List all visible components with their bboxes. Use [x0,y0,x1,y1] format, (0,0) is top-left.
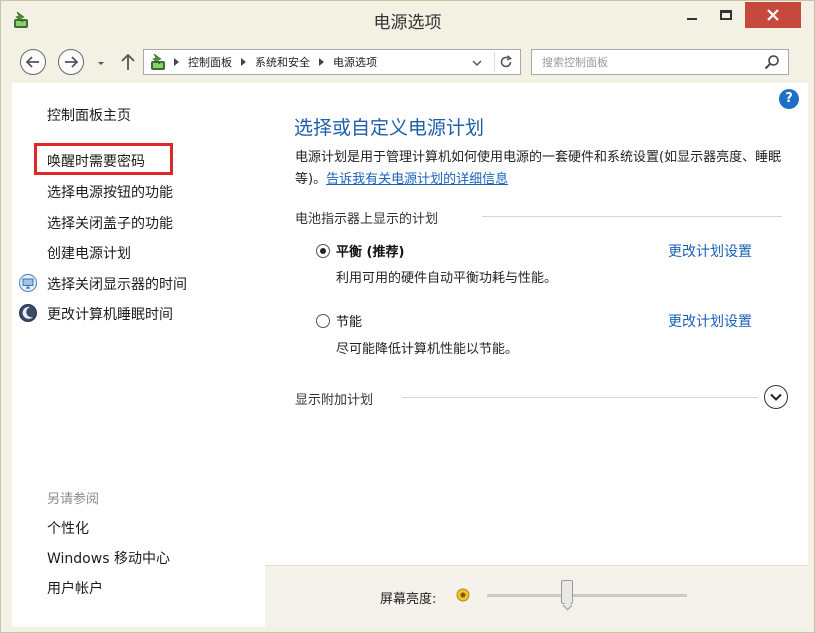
moon-icon [18,303,38,323]
minimize-button[interactable] [677,2,707,28]
brightness-slider-track[interactable] [487,594,687,597]
minimize-icon [687,18,697,20]
close-button[interactable] [745,2,801,28]
help-icon[interactable]: ? [779,89,799,109]
battery-plans-header: 电池指示器上显示的计划 [295,212,439,227]
brightness-bar: 屏幕亮度: [265,565,808,627]
up-button[interactable] [118,51,138,73]
chevron-down-icon [472,60,482,67]
plan-balanced-radio[interactable] [316,244,330,258]
page-description: 电源计划是用于管理计算机如何使用电源的一套硬件和系统设置(如显示器亮度、睡眠等)… [295,147,785,191]
breadcrumb-power-options[interactable]: 电源选项 [333,54,377,70]
see-also-header: 另请参阅 [47,492,100,507]
sidebar-item-create-plan[interactable]: 创建电源计划 [47,243,131,263]
learn-more-link[interactable]: 告诉我有关电源计划的详细信息 [326,172,508,187]
sidebar-item-require-password[interactable]: 唤醒时需要密码 [47,151,145,171]
brightness-label: 屏幕亮度: [380,592,437,607]
plan-power-saver-description: 尽可能降低计算机性能以节能。 [336,342,519,357]
sidebar-item-display-off[interactable]: 选择关闭显示器的时间 [47,274,187,294]
power-options-window: 电源选项 控制面板 系统和安全 电源选项 搜索控制面板 ? 控制面板主页 唤醒时… [0,0,815,633]
breadcrumb: 控制面板 系统和安全 电源选项 [174,50,377,74]
see-also-personalization[interactable]: 个性化 [47,518,89,538]
search-box[interactable] [531,49,789,75]
plan-power-saver-settings-link[interactable]: 更改计划设置 [668,311,752,331]
breadcrumb-control-panel[interactable]: 控制面板 [188,54,232,70]
chevron-down-icon [98,62,104,65]
sidebar-item-close-lid[interactable]: 选择关闭盖子的功能 [47,213,173,233]
plan-power-saver-radio[interactable] [316,314,330,328]
sun-icon [456,587,470,602]
see-also-mobility-center[interactable]: Windows 移动中心 [47,548,170,568]
plan-power-saver-name[interactable]: 节能 [336,311,362,330]
section-divider [402,397,758,398]
expand-additional-plans-button[interactable] [764,385,788,409]
sidebar-home-link[interactable]: 控制面板主页 [47,105,131,125]
title-bar: 电源选项 [1,1,814,39]
arrow-right-icon [65,56,78,68]
back-button[interactable] [20,49,46,75]
arrow-up-icon [121,53,135,70]
search-input[interactable] [532,50,757,74]
breadcrumb-separator-icon[interactable] [319,58,324,66]
page-title: 选择或自定义电源计划 [294,117,485,139]
refresh-button[interactable] [494,52,516,72]
sidebar-item-sleep-time[interactable]: 更改计算机睡眠时间 [47,304,173,324]
plan-balanced-description: 利用可用的硬件自动平衡功耗与性能。 [336,271,558,286]
brightness-slider-thumb[interactable] [561,580,573,604]
refresh-icon [500,55,512,68]
address-bar[interactable]: 控制面板 系统和安全 电源选项 [143,49,521,75]
additional-plans-header[interactable]: 显示附加计划 [295,389,373,408]
chevron-down-icon [770,393,782,401]
forward-button[interactable] [58,49,84,75]
breadcrumb-system-security[interactable]: 系统和安全 [255,54,310,70]
monitor-icon [18,273,38,293]
search-icon[interactable] [764,54,780,70]
breadcrumb-separator-icon[interactable] [174,58,179,66]
control-panel-icon [148,52,168,72]
content-area: ? 控制面板主页 唤醒时需要密码 选择电源按钮的功能 选择关闭盖子的功能 创建电… [12,83,808,627]
recent-locations-button[interactable] [94,55,108,69]
arrow-left-icon [26,56,39,68]
see-also-user-accounts[interactable]: 用户帐户 [47,578,103,598]
close-icon [767,9,779,21]
maximize-icon [720,10,732,20]
plan-balanced-settings-link[interactable]: 更改计划设置 [668,241,752,261]
plan-balanced-name[interactable]: 平衡 (推荐) [336,241,404,260]
maximize-button[interactable] [709,2,743,28]
section-divider [482,216,782,217]
breadcrumb-separator-icon[interactable] [241,58,246,66]
navigation-bar: 控制面板 系统和安全 电源选项 [1,39,814,83]
address-history-button[interactable] [470,55,484,69]
sidebar-item-power-button[interactable]: 选择电源按钮的功能 [47,182,173,202]
